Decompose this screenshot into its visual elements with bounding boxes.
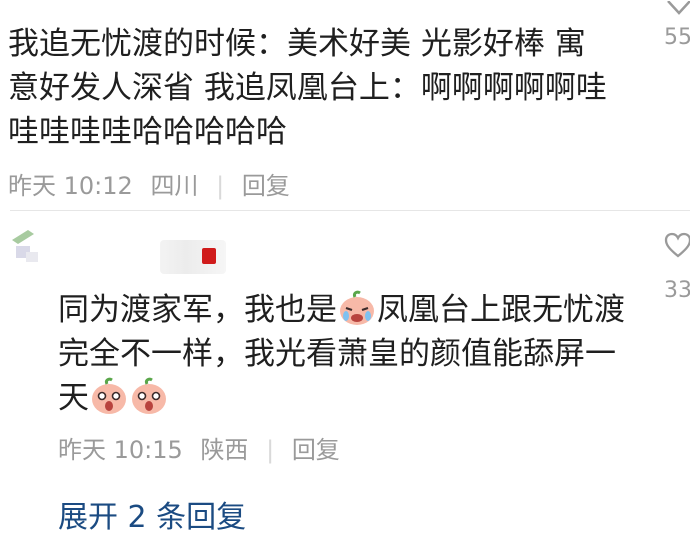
like-count: 33 (664, 278, 690, 303)
shocked-peach-emoji (132, 377, 166, 414)
comment-time: 昨天 10:15 (58, 436, 183, 464)
comment-text-part1: 同为渡家军，我也是 (58, 292, 337, 328)
crying-peach-emoji (340, 290, 374, 325)
comment-text: 我追无忧渡的时候：美术好美 光影好棒 寓意好发人深省 我追凤凰台上：啊啊啊啊啊哇… (8, 26, 607, 150)
divider (10, 210, 690, 211)
comment-time: 昨天 10:12 (8, 172, 133, 200)
comment-location: 陕西 (200, 436, 249, 464)
meta-separator: | (216, 172, 225, 200)
shocked-peach-emoji (92, 377, 126, 414)
blur-mark (202, 248, 216, 264)
like-area[interactable]: 55 (664, 0, 690, 50)
heart-icon[interactable] (664, 0, 690, 15)
comment-meta: 昨天 10:15 陕西 | 回复 (58, 430, 350, 465)
meta-separator: | (266, 436, 275, 464)
username-blurred[interactable] (160, 240, 226, 274)
heart-icon[interactable] (664, 232, 690, 260)
cut-off-text-top: ー ーーー ー (10, 0, 250, 4)
reply-button[interactable]: 回复 (242, 172, 290, 200)
like-area[interactable]: 33 (664, 232, 690, 303)
comment-meta: 昨天 10:12 四川 | 回复 (8, 166, 300, 201)
reply-button[interactable]: 回复 (292, 436, 340, 464)
avatar[interactable] (6, 226, 40, 266)
comment-text: 同为渡家军，我也是 凤凰台上跟无忧渡完全不一样，我光看萧皇的颜值能舔屏一天 (58, 288, 638, 420)
expand-replies-link[interactable]: 展开 2 条回复 (58, 492, 246, 536)
like-count: 55 (664, 25, 690, 50)
comment-location: 四川 (150, 172, 199, 200)
